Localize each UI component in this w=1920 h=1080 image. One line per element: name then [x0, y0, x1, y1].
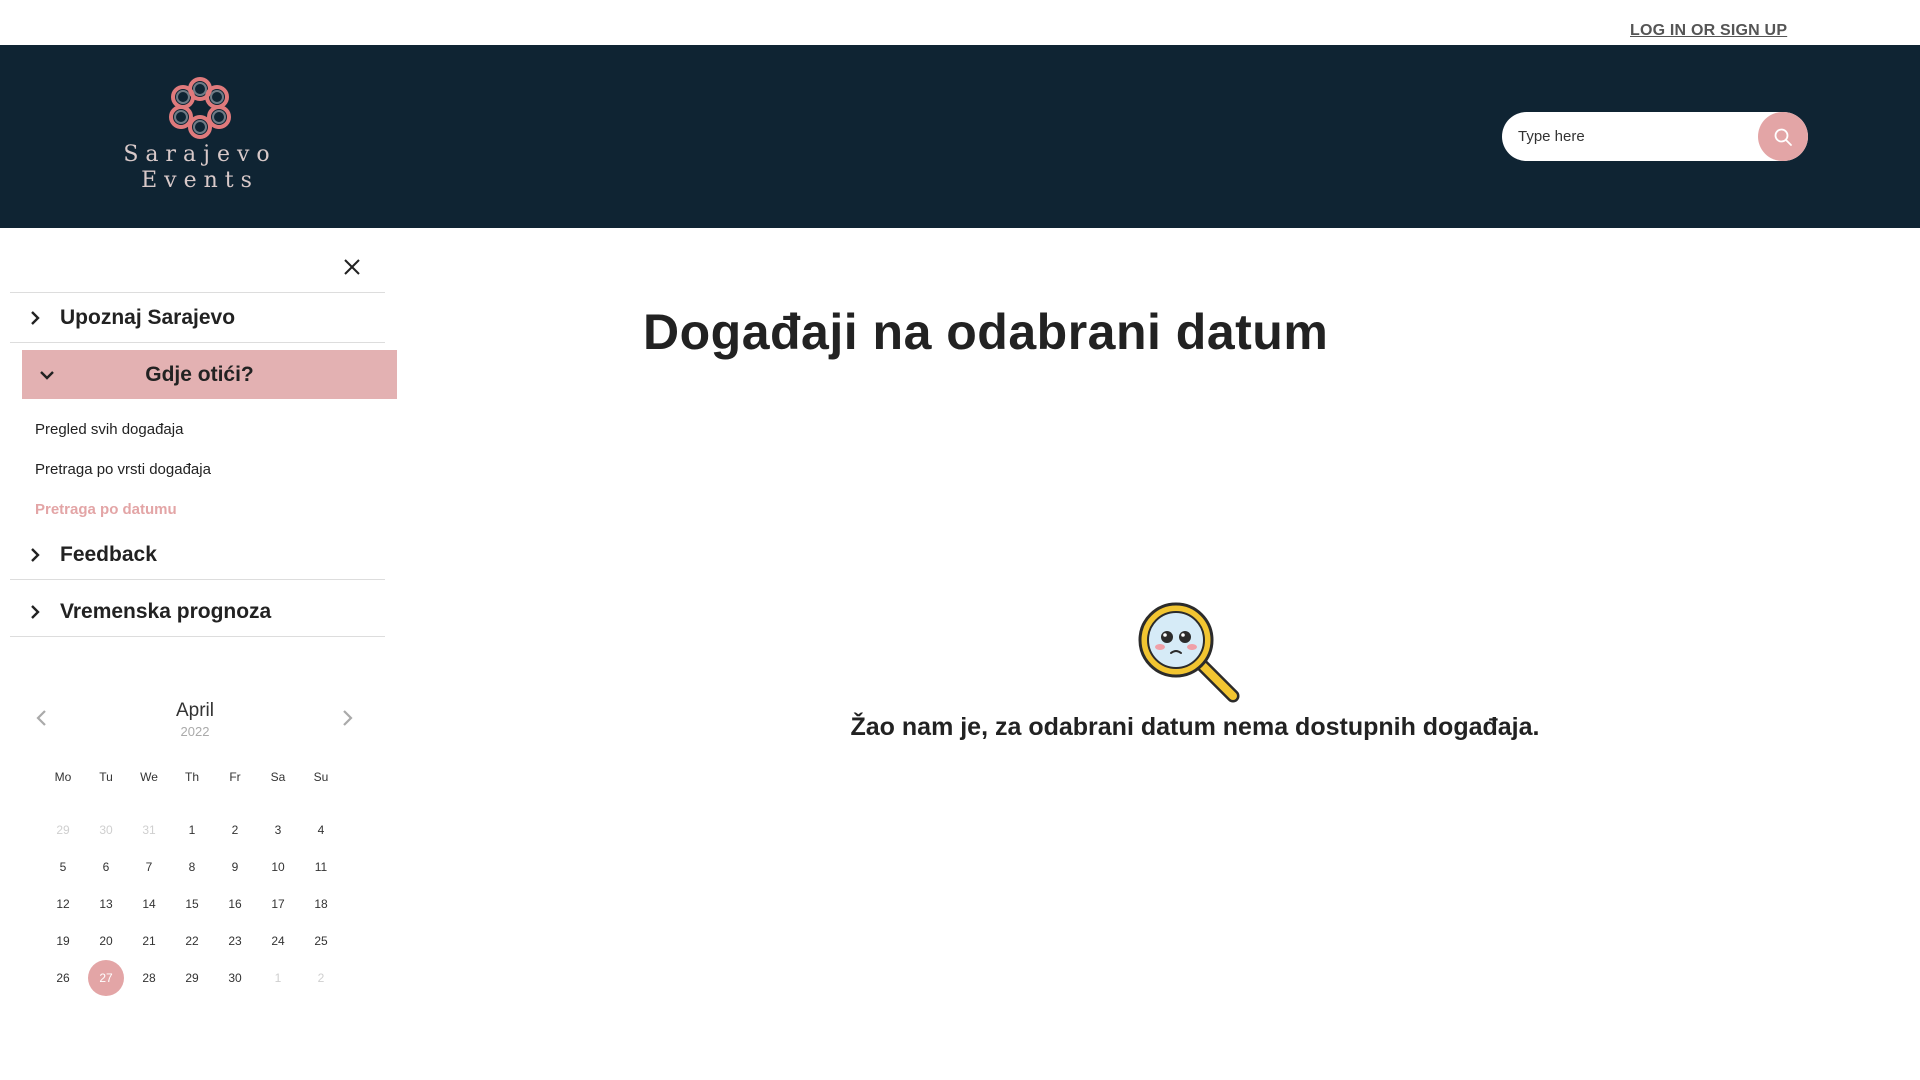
weekday-label: Th [184, 770, 199, 784]
calendar-day[interactable]: 9 [217, 849, 253, 885]
calendar-day[interactable]: 30 [88, 812, 124, 848]
top-bar: LOG IN OR SIGN UP [0, 0, 1920, 45]
calendar-year: 2022 [180, 724, 210, 739]
chevron-down-icon [22, 369, 72, 381]
divider [10, 636, 385, 637]
calendar-day[interactable]: 26 [45, 960, 81, 996]
calendar-header: April 2022 [30, 698, 370, 748]
calendar-day[interactable]: 2 [217, 812, 253, 848]
search-input[interactable] [1518, 112, 1748, 161]
weekday-label: Fr [229, 770, 241, 784]
logo-text-line2: Events [141, 168, 259, 193]
sad-magnifier-icon [1133, 600, 1245, 709]
sidebar-item-upoznaj-sarajevo[interactable]: Upoznaj Sarajevo [10, 294, 385, 342]
sidebar-item-feedback[interactable]: Feedback [10, 531, 385, 579]
search-button[interactable] [1758, 112, 1808, 161]
subitem-pregled-svih-dogadjaja[interactable]: Pregled svih događaja [35, 421, 183, 438]
calendar-day[interactable]: 6 [88, 849, 124, 885]
sidebar-item-label: Gdje otići? [145, 362, 254, 386]
close-icon [344, 259, 360, 275]
calendar-day[interactable]: 28 [131, 960, 167, 996]
sidebar-item-label: Vremenska prognoza [60, 600, 272, 623]
calendar-day[interactable]: 22 [174, 923, 210, 959]
calendar-day[interactable]: 31 [131, 812, 167, 848]
weekday-label: Su [313, 770, 329, 784]
weekday-label: Sa [270, 770, 286, 784]
calendar-day[interactable]: 17 [260, 886, 296, 922]
calendar-day[interactable]: 29 [174, 960, 210, 996]
calendar-day[interactable]: 20 [88, 923, 124, 959]
chevron-right-icon [343, 710, 353, 726]
calendar-day[interactable]: 1 [174, 812, 210, 848]
sidebar-item-gdje-otici[interactable]: Gdje otići? [22, 350, 397, 399]
calendar-next-button[interactable] [337, 708, 357, 728]
calendar-day[interactable]: 12 [45, 886, 81, 922]
chevron-right-icon [10, 311, 60, 325]
calendar-day[interactable]: 14 [131, 886, 167, 922]
close-sidebar-button[interactable] [340, 255, 364, 279]
calendar-day[interactable]: 13 [88, 886, 124, 922]
divider [10, 292, 385, 293]
calendar-day[interactable]: 21 [131, 923, 167, 959]
page-title: Događaji na odabrani datum [643, 304, 1329, 360]
chevron-right-icon [10, 548, 60, 562]
calendar-day[interactable]: 2 [303, 960, 339, 996]
calendar-day[interactable]: 30 [217, 960, 253, 996]
sidebar-item-label: Upoznaj Sarajevo [60, 306, 236, 329]
calendar-day[interactable]: 3 [260, 812, 296, 848]
weekday-label: Tu [99, 770, 113, 784]
chevron-right-icon [10, 605, 60, 619]
logo-text-line1: Sarajevo [123, 142, 277, 167]
calendar-day[interactable]: 19 [45, 923, 81, 959]
sidebar: Upoznaj Sarajevo Gdje otići? Pregled svi… [0, 228, 400, 1080]
weekday-label: Mo [54, 770, 72, 784]
calendar-day[interactable]: 27 [88, 960, 124, 996]
calendar-day[interactable]: 8 [174, 849, 210, 885]
calendar-day[interactable]: 18 [303, 886, 339, 922]
subitem-pretraga-po-vrsti[interactable]: Pretraga po vrsti događaja [35, 461, 211, 478]
empty-state-message: Žao nam je, za odabrani datum nema dostu… [850, 713, 1540, 741]
search-box [1502, 112, 1808, 161]
divider [10, 342, 385, 343]
calendar-day[interactable]: 4 [303, 812, 339, 848]
calendar-day[interactable]: 16 [217, 886, 253, 922]
sidebar-item-label: Feedback [60, 543, 157, 566]
calendar-day[interactable]: 23 [217, 923, 253, 959]
calendar-day[interactable]: 5 [45, 849, 81, 885]
search-icon [1774, 128, 1792, 146]
calendar-day[interactable]: 7 [131, 849, 167, 885]
site-logo[interactable]: Sarajevo Events [110, 75, 290, 205]
knot-logo-icon [169, 77, 231, 139]
calendar-day[interactable]: 24 [260, 923, 296, 959]
site-header: Sarajevo Events [0, 45, 1920, 228]
subitem-pretraga-po-datumu[interactable]: Pretraga po datumu [35, 501, 177, 518]
calendar-month: April [175, 700, 214, 721]
sidebar-item-vremenska-prognoza[interactable]: Vremenska prognoza [10, 588, 385, 636]
weekday-label: We [140, 770, 158, 784]
calendar-day[interactable]: 29 [45, 812, 81, 848]
login-signup-link[interactable]: LOG IN OR SIGN UP [1630, 22, 1787, 40]
calendar-day[interactable]: 11 [303, 849, 339, 885]
calendar-day[interactable]: 25 [303, 923, 339, 959]
calendar-day[interactable]: 1 [260, 960, 296, 996]
calendar-day[interactable]: 10 [260, 849, 296, 885]
divider [10, 579, 385, 580]
calendar-day[interactable]: 15 [174, 886, 210, 922]
